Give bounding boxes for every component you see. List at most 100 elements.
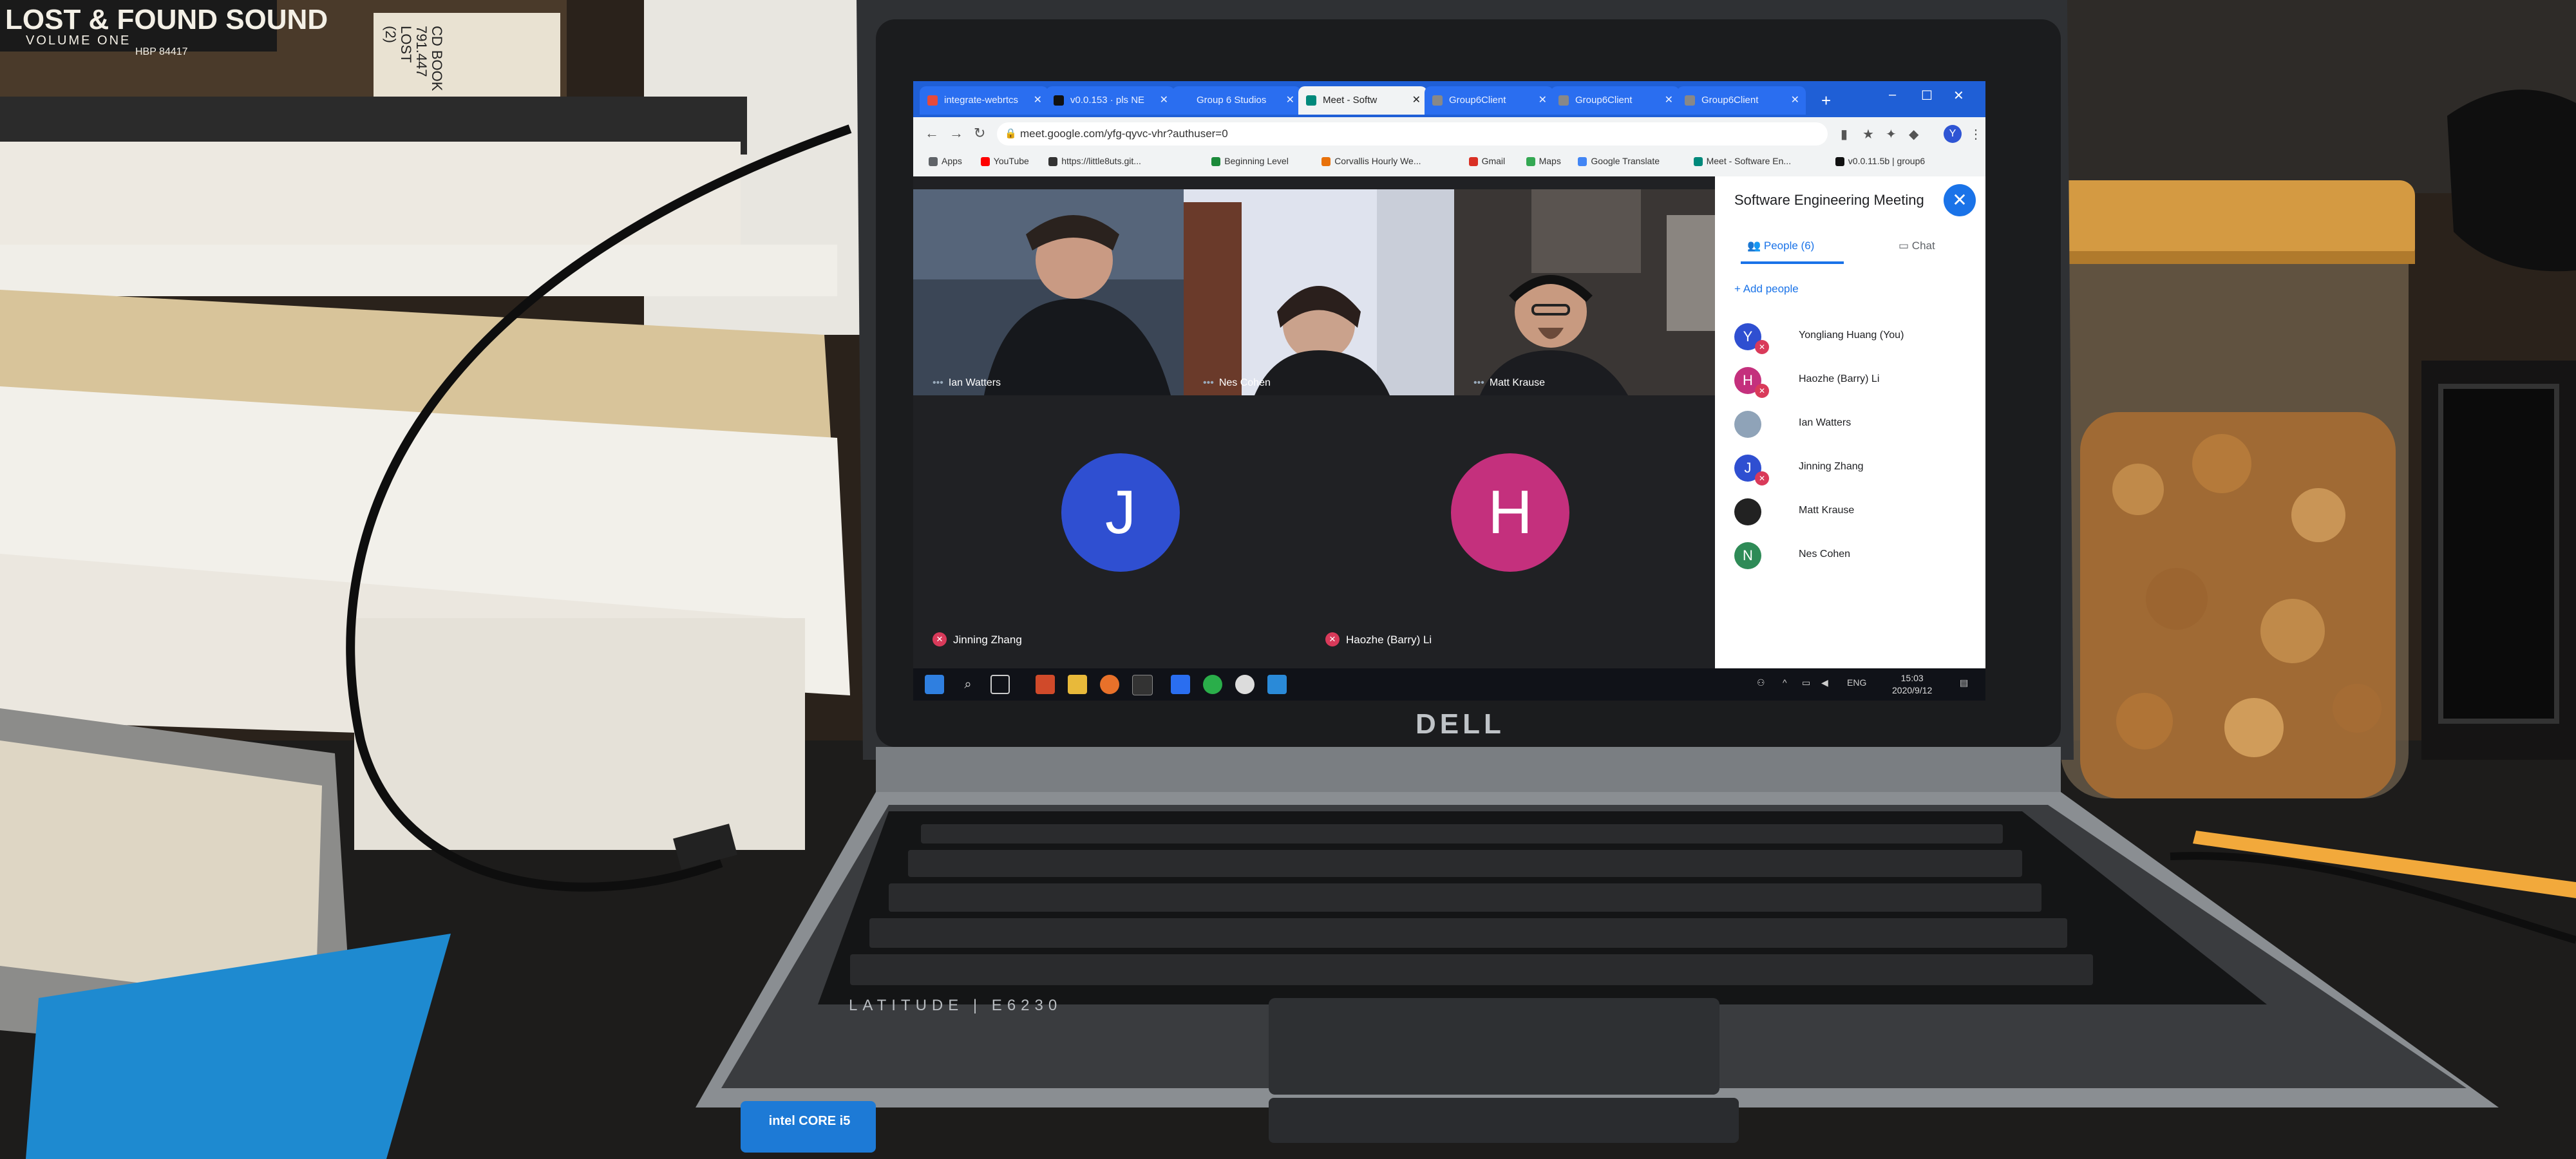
tab-label: v0.0.153 · pls NE bbox=[1070, 95, 1145, 106]
more-options-icon[interactable]: ••• bbox=[1473, 377, 1484, 388]
tab-favicon-icon bbox=[1432, 95, 1443, 106]
add-people-button[interactable]: + Add people bbox=[1734, 283, 1799, 296]
active-tab-indicator bbox=[1741, 261, 1844, 264]
reload-icon[interactable]: ↻ bbox=[974, 125, 985, 142]
bookmark-item[interactable]: v0.0.11.5b | group6 bbox=[1835, 156, 1925, 166]
participant-name-label: ✕ Jinning Zhang bbox=[933, 632, 1022, 646]
bookmark-label: YouTube bbox=[993, 156, 1029, 166]
participant-row[interactable]: Matt Krause bbox=[1734, 493, 1973, 533]
participant-name: Jinning Zhang bbox=[1799, 461, 1864, 472]
bookmark-icon bbox=[1693, 157, 1703, 166]
system-clock[interactable]: 15:03 2020/9/12 bbox=[1892, 672, 1932, 697]
windows-start-icon[interactable] bbox=[925, 675, 944, 694]
close-tab-icon[interactable]: ✕ bbox=[1160, 86, 1168, 115]
bookmark-item[interactable]: Corvallis Hourly We... bbox=[1321, 156, 1421, 166]
participant-video bbox=[913, 189, 1184, 395]
participant-name-label: ✕ Haozhe (Barry) Li bbox=[1325, 632, 1432, 646]
wechat-icon[interactable] bbox=[1203, 675, 1222, 694]
extensions-icon[interactable]: ✦ bbox=[1886, 126, 1897, 142]
bookmark-item[interactable]: YouTube bbox=[980, 156, 1029, 166]
laptop-screen: integrate-webrtcs ✕ v0.0.153 · pls NE ✕ Grou… bbox=[913, 81, 1985, 701]
bookmark-label: Apps bbox=[942, 156, 962, 166]
close-tab-icon[interactable]: ✕ bbox=[1539, 86, 1547, 115]
participant-avatar bbox=[1734, 411, 1761, 438]
tray-volume-icon[interactable]: ◀ bbox=[1821, 677, 1828, 688]
terminal-icon[interactable] bbox=[1132, 675, 1153, 695]
profile-avatar[interactable]: Y bbox=[1944, 125, 1962, 143]
people-panel: Software Engineering Meeting ✕ 👥 People … bbox=[1715, 176, 1985, 668]
tray-chevron-icon[interactable]: ^ bbox=[1783, 677, 1787, 688]
menu-icon[interactable]: ⋮ bbox=[1969, 126, 1982, 142]
browser-tab[interactable]: Group6Client ✕ bbox=[1425, 86, 1553, 115]
address-toolbar: ← → ↻ 🔒 meet.google.com/yfg-qyvc-vhr?aut… bbox=[913, 117, 1985, 151]
maximize-icon[interactable]: ☐ bbox=[1921, 88, 1933, 104]
participant-avatar: H bbox=[1451, 453, 1569, 572]
participant-row[interactable]: Y ✕ Yongliang Huang (You) bbox=[1734, 318, 1973, 358]
browser-tab[interactable]: Group6Client ✕ bbox=[1677, 86, 1806, 115]
video-tile[interactable]: ••• Ian Watters bbox=[913, 189, 1184, 395]
participant-row[interactable]: Ian Watters bbox=[1734, 406, 1973, 446]
bookmark-label: https://little8uts.git... bbox=[1061, 156, 1141, 166]
store-icon[interactable] bbox=[1171, 675, 1190, 694]
participant-avatar bbox=[1734, 498, 1761, 525]
new-tab-button[interactable]: + bbox=[1821, 88, 1831, 113]
close-tab-icon[interactable]: ✕ bbox=[1034, 86, 1042, 115]
video-tile[interactable]: ••• Nes Cohen bbox=[1184, 189, 1454, 395]
url-input[interactable]: 🔒 meet.google.com/yfg-qyvc-vhr?authuser=… bbox=[997, 122, 1828, 146]
bookmark-item[interactable]: Google Translate bbox=[1578, 156, 1660, 166]
extension-icon[interactable]: ◆ bbox=[1909, 126, 1918, 142]
search-icon[interactable]: ⌕ bbox=[958, 675, 978, 694]
tab-chat[interactable]: ▭ Chat bbox=[1899, 240, 1935, 252]
forward-icon[interactable]: → bbox=[949, 125, 963, 142]
close-panel-button[interactable]: ✕ bbox=[1944, 184, 1976, 216]
vscode-icon[interactable] bbox=[1267, 675, 1287, 694]
browser-tab[interactable]: integrate-webrtcs ✕ bbox=[920, 86, 1048, 115]
close-tab-icon[interactable]: ✕ bbox=[1412, 86, 1421, 115]
bookmark-item[interactable]: https://little8uts.git... bbox=[1048, 156, 1141, 166]
browser-tab[interactable]: v0.0.153 · pls NE ✕ bbox=[1046, 86, 1175, 115]
tray-people-icon[interactable]: ⚇ bbox=[1757, 677, 1765, 688]
task-view-icon[interactable] bbox=[990, 675, 1010, 694]
bookmark-icon bbox=[929, 157, 938, 166]
add-person-icon: + bbox=[1734, 283, 1743, 295]
laptop-model-label: LATITUDE | E6230 bbox=[849, 997, 1063, 1014]
input-language[interactable]: ENG bbox=[1847, 677, 1866, 688]
camera-icon[interactable]: ▮ bbox=[1841, 126, 1848, 142]
participant-name: Ian Watters bbox=[1799, 417, 1852, 428]
participant-name: Yongliang Huang (You) bbox=[1799, 330, 1904, 341]
close-tab-icon[interactable]: ✕ bbox=[1665, 86, 1673, 115]
back-icon[interactable]: ← bbox=[925, 125, 939, 142]
more-options-icon[interactable]: ••• bbox=[1203, 377, 1214, 388]
close-tab-icon[interactable]: ✕ bbox=[1791, 86, 1799, 115]
notifications-icon[interactable]: ▤ bbox=[1960, 677, 1968, 688]
minimize-icon[interactable]: – bbox=[1889, 88, 1896, 102]
bookmark-item[interactable]: Apps bbox=[929, 156, 962, 166]
close-window-icon[interactable]: ✕ bbox=[1953, 88, 1964, 104]
chrome-icon[interactable] bbox=[1235, 675, 1255, 694]
browser-tab[interactable]: Group 6 Studios ✕ bbox=[1172, 86, 1301, 115]
bookmark-item[interactable]: Beginning Level bbox=[1211, 156, 1289, 166]
participant-row[interactable]: H ✕ Haozhe (Barry) Li bbox=[1734, 362, 1973, 402]
bookmark-label: Corvallis Hourly We... bbox=[1334, 156, 1421, 166]
more-options-icon[interactable]: ••• bbox=[933, 377, 943, 388]
bookmark-label: Beginning Level bbox=[1224, 156, 1289, 166]
bookmark-item[interactable]: Gmail bbox=[1468, 156, 1505, 166]
participant-row[interactable]: J ✕ Jinning Zhang bbox=[1734, 449, 1973, 489]
star-icon[interactable]: ★ bbox=[1862, 126, 1874, 142]
participant-row[interactable]: N Nes Cohen bbox=[1734, 537, 1973, 577]
app-icon[interactable] bbox=[1036, 675, 1055, 694]
browser-tab[interactable]: Meet - Softw ✕ bbox=[1298, 86, 1427, 115]
file-explorer-icon[interactable] bbox=[1068, 675, 1087, 694]
video-tile[interactable]: ••• Matt Krause bbox=[1454, 189, 1715, 395]
firefox-icon[interactable] bbox=[1100, 675, 1119, 694]
participant-name: Matt Krause bbox=[1799, 505, 1855, 516]
bookmark-icon bbox=[980, 157, 990, 166]
bookmark-item[interactable]: Meet - Software En... bbox=[1693, 156, 1791, 166]
close-tab-icon[interactable]: ✕ bbox=[1286, 86, 1294, 115]
book-spine-title: LOST & FOUND SOUND bbox=[5, 4, 328, 35]
browser-tab[interactable]: Group6Client ✕ bbox=[1551, 86, 1680, 115]
tray-network-icon[interactable]: ▭ bbox=[1802, 677, 1810, 688]
tab-people[interactable]: 👥 People (6) bbox=[1747, 240, 1814, 252]
bookmark-item[interactable]: Maps bbox=[1526, 156, 1561, 166]
bookmark-icon bbox=[1048, 157, 1058, 166]
